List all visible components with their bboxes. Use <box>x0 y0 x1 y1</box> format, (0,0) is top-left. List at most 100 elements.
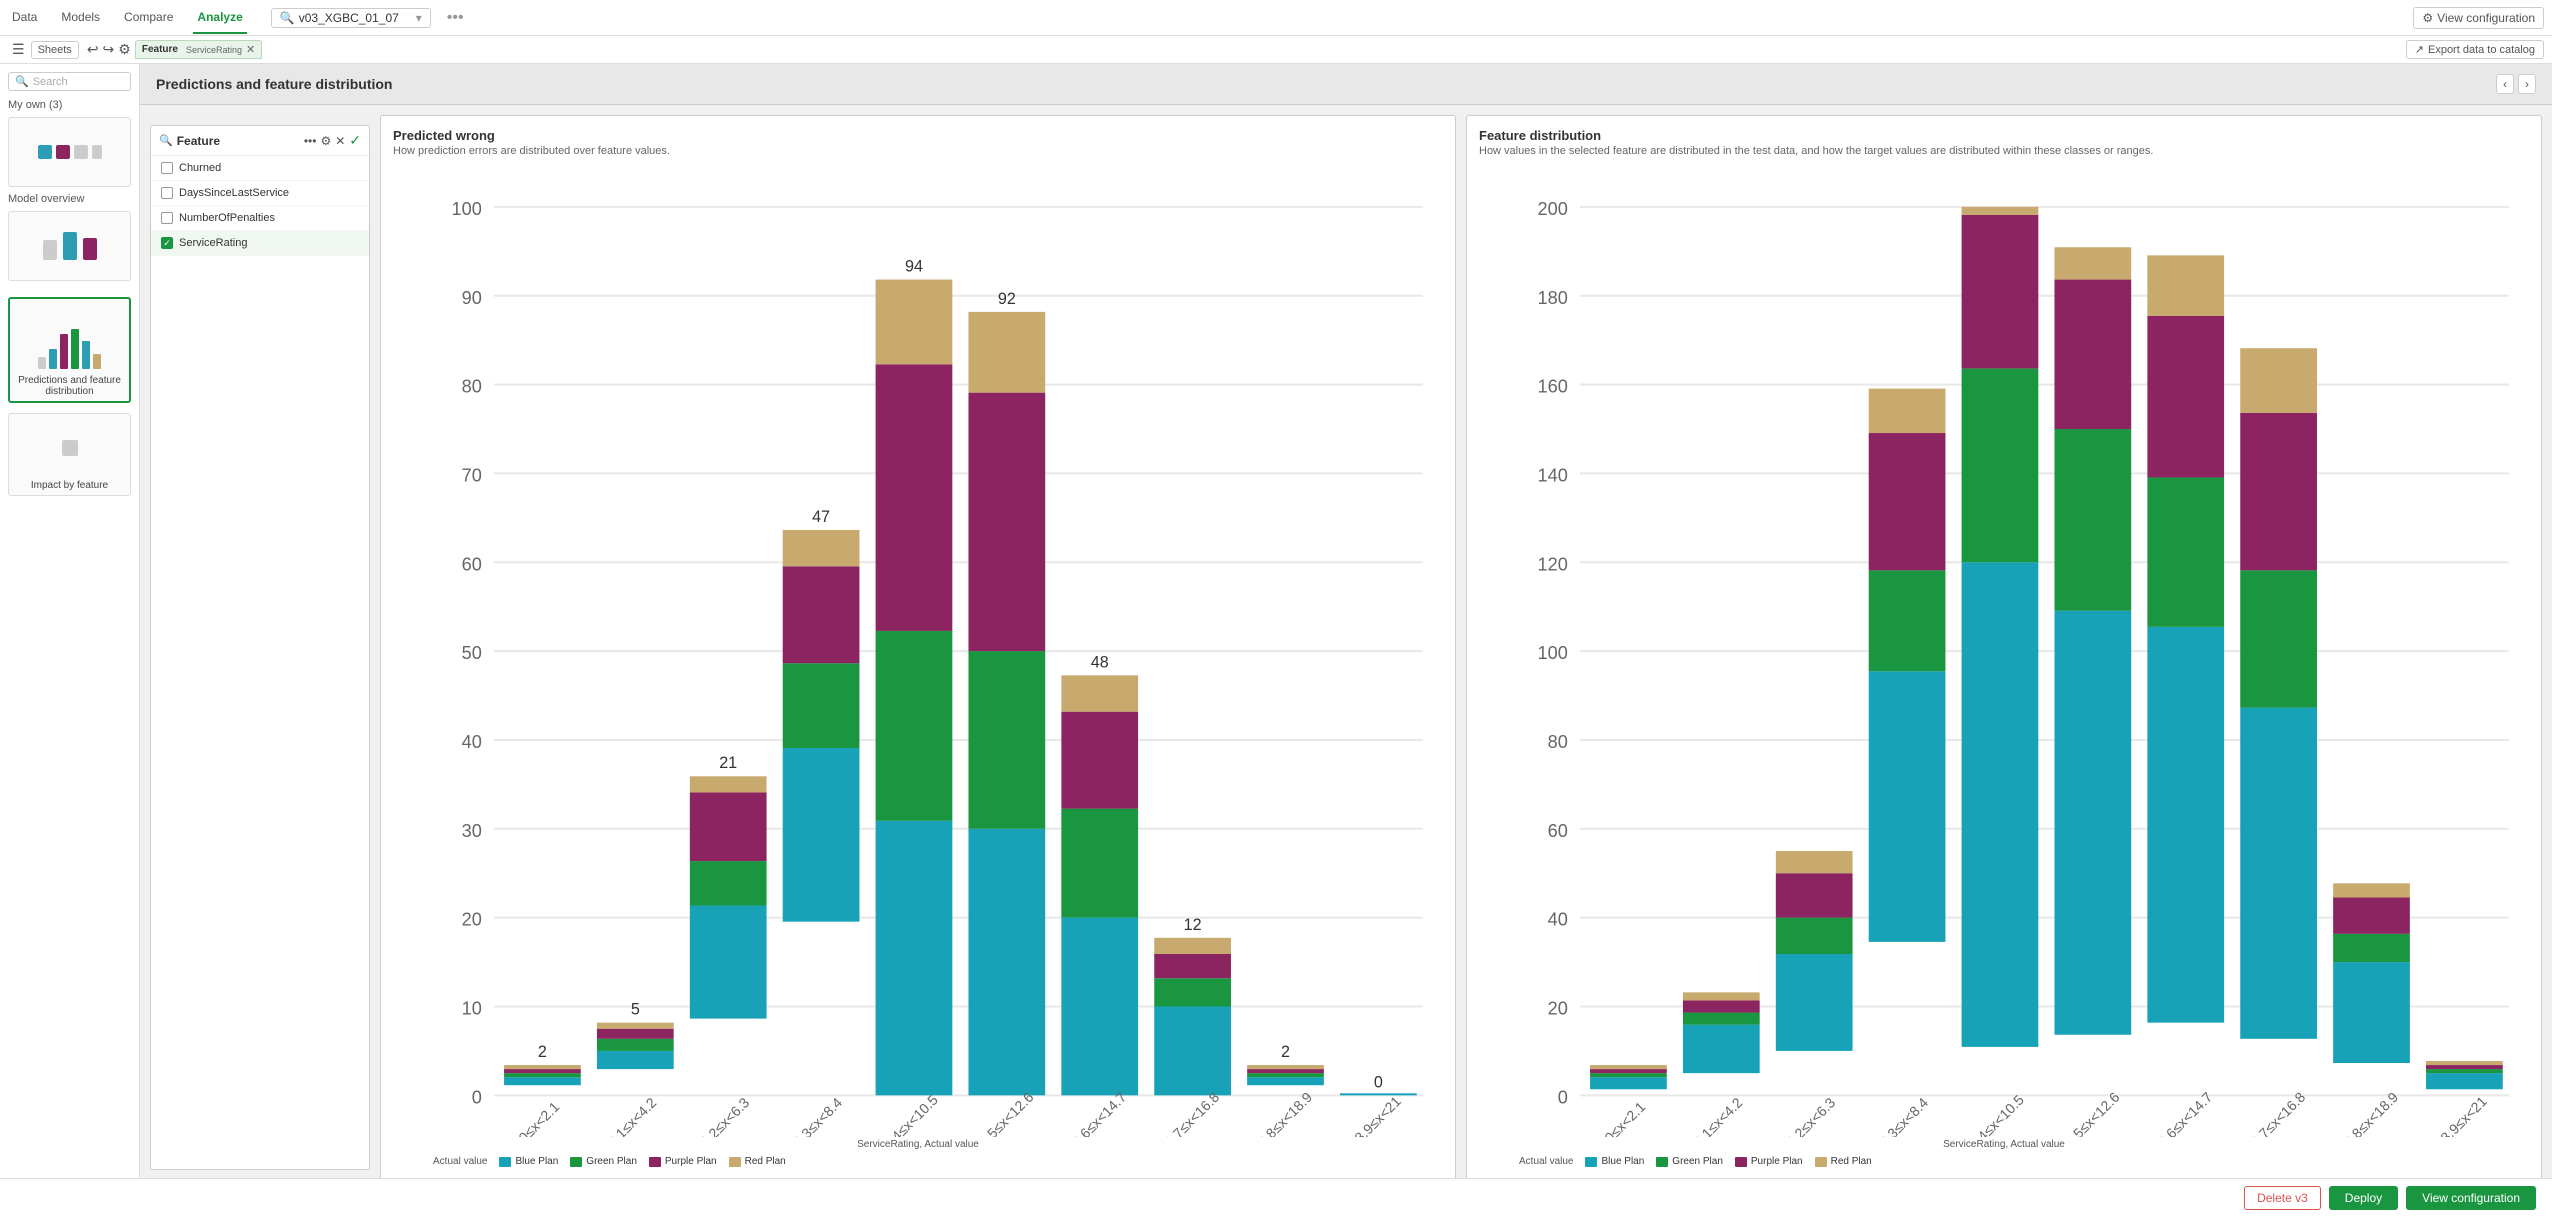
view-config-button-bottom[interactable]: View configuration <box>2406 1186 2536 1210</box>
bar-green <box>783 663 860 748</box>
feature-dist-subtitle: How values in the selected feature are d… <box>1479 145 2529 157</box>
next-arrow-button[interactable]: › <box>2518 74 2536 94</box>
feature-panel: 🔍 Feature ••• ⚙ ✕ ✓ Churned DaysSinceLas… <box>150 125 370 1170</box>
churned-checkbox[interactable] <box>161 162 173 174</box>
feature-item-days[interactable]: DaysSinceLastService <box>151 181 369 206</box>
legend-actual-label-dist: Actual value <box>1519 1156 1573 1167</box>
sidebar-card-1[interactable] <box>8 117 131 187</box>
export-label: Export data to catalog <box>2428 44 2535 56</box>
mini-block <box>56 145 70 159</box>
legend-blue: Blue Plan <box>499 1156 558 1167</box>
settings-icon[interactable]: ⚙ <box>118 41 131 58</box>
sheets-label[interactable]: Sheets <box>31 41 79 59</box>
blue-plan-label: Blue Plan <box>515 1156 558 1167</box>
view-config-button[interactable]: ⚙ View configuration <box>2413 7 2544 29</box>
search-icon: 🔍 <box>280 11 295 25</box>
sidebar-card-predictions[interactable]: Predictions and feature distribution <box>8 297 131 403</box>
bar-red <box>2426 1061 2503 1065</box>
deploy-button[interactable]: Deploy <box>2329 1186 2398 1210</box>
sidebar-search-placeholder: Search <box>33 76 68 88</box>
fp-confirm-icon[interactable]: ✓ <box>349 132 361 149</box>
svg-text:200: 200 <box>1538 199 1568 219</box>
feature-tab[interactable]: Feature ServiceRating ✕ <box>135 40 262 59</box>
bar-red <box>968 312 1045 393</box>
model-search[interactable]: 🔍 v03_XGBC_01_07 ▾ <box>271 8 431 28</box>
feature-item-penalties[interactable]: NumberOfPenalties <box>151 206 369 231</box>
bar-blue <box>2426 1073 2503 1089</box>
delete-button[interactable]: Delete v3 <box>2244 1186 2321 1210</box>
export-button[interactable]: ↗ Export data to catalog <box>2406 40 2544 59</box>
bar-red <box>597 1023 674 1029</box>
blue-plan-color <box>499 1157 511 1167</box>
bar-blue <box>1154 1006 1231 1095</box>
mini-chart-impact <box>13 418 126 478</box>
bar-green <box>504 1073 581 1077</box>
svg-text:90: 90 <box>462 288 482 308</box>
fp-close-icon[interactable]: ✕ <box>335 134 345 148</box>
nav-models[interactable]: Models <box>57 2 104 34</box>
undo-icon[interactable]: ↩ <box>87 41 99 58</box>
bar-purple <box>504 1069 581 1073</box>
nav-compare[interactable]: Compare <box>120 2 177 34</box>
svg-text:18.9≤x<21: 18.9≤x<21 <box>1346 1093 1404 1137</box>
blue-plan-label-dist: Blue Plan <box>1601 1156 1644 1167</box>
legend-green-dist: Green Plan <box>1656 1156 1723 1167</box>
sheets-icon[interactable]: ☰ <box>12 41 25 58</box>
more-options-icon[interactable]: ••• <box>447 9 464 27</box>
bar-green <box>2240 570 2317 707</box>
svg-text:160: 160 <box>1538 377 1568 397</box>
green-plan-color-dist <box>1656 1157 1668 1167</box>
tab-close-icon[interactable]: ✕ <box>246 43 255 56</box>
svg-text:5: 5 <box>631 1001 640 1019</box>
bar-purple <box>2147 316 2224 478</box>
bar-blue <box>1869 671 1946 942</box>
bar-blue <box>597 1051 674 1069</box>
penalties-checkbox[interactable] <box>161 212 173 224</box>
tab-sub-label: ServiceRating <box>186 45 242 55</box>
svg-text:30: 30 <box>462 821 482 841</box>
nav-data[interactable]: Data <box>8 2 41 34</box>
model-name: v03_XGBC_01_07 <box>299 11 399 25</box>
svg-text:180: 180 <box>1538 288 1568 308</box>
days-checkbox[interactable] <box>161 187 173 199</box>
svg-text:0≤x<2.1: 0≤x<2.1 <box>1601 1098 1648 1137</box>
svg-text:8.4≤x<10.5: 8.4≤x<10.5 <box>880 1092 941 1138</box>
bar-purple <box>597 1029 674 1039</box>
prev-arrow-button[interactable]: ‹ <box>2496 74 2514 94</box>
bar-green <box>876 631 953 821</box>
bar-green <box>1683 1013 1760 1025</box>
dropdown-arrow-icon[interactable]: ▾ <box>416 11 422 25</box>
feature-item-servicerating[interactable]: ✓ ServiceRating <box>151 231 369 256</box>
feature-item-churned[interactable]: Churned <box>151 156 369 181</box>
config-icon: ⚙ <box>2422 11 2433 25</box>
fp-settings-icon[interactable]: ⚙ <box>320 134 331 148</box>
sidebar-search[interactable]: 🔍 Search <box>8 72 131 91</box>
nav-analyze[interactable]: Analyze <box>193 2 246 34</box>
view-config-label: View configuration <box>2437 11 2535 25</box>
red-plan-color <box>729 1157 741 1167</box>
bar-blue <box>690 906 767 1019</box>
svg-text:92: 92 <box>998 290 1016 308</box>
svg-text:20: 20 <box>462 910 482 930</box>
toolbar2: ☰ Sheets ↩ ↪ ⚙ Feature ServiceRating ✕ ↗… <box>0 36 2552 64</box>
fp-more-icon[interactable]: ••• <box>304 134 317 148</box>
bar-blue <box>1962 562 2039 1047</box>
predicted-wrong-x-label: ServiceRating, Actual value <box>393 1139 1443 1150</box>
svg-text:8.4≤x<10.5: 8.4≤x<10.5 <box>1966 1092 2027 1138</box>
bar-blue <box>2054 611 2131 1035</box>
purple-plan-label-dist: Purple Plan <box>1751 1156 1803 1167</box>
bar-green <box>690 861 767 905</box>
sidebar-card-model-overview[interactable] <box>8 211 131 281</box>
mini-bar <box>63 232 77 260</box>
svg-text:80: 80 <box>462 377 482 397</box>
bar-purple <box>2426 1065 2503 1069</box>
bar-red <box>504 1065 581 1069</box>
bar-purple <box>2333 897 2410 933</box>
sidebar-card-impact[interactable]: Impact by feature <box>8 413 131 496</box>
bar-purple <box>968 393 1045 651</box>
bar-purple <box>1869 433 1946 570</box>
svg-text:120: 120 <box>1538 554 1568 574</box>
servicerating-checkbox[interactable]: ✓ <box>161 237 173 249</box>
mini-bar <box>43 240 57 260</box>
redo-icon[interactable]: ↪ <box>103 41 115 58</box>
